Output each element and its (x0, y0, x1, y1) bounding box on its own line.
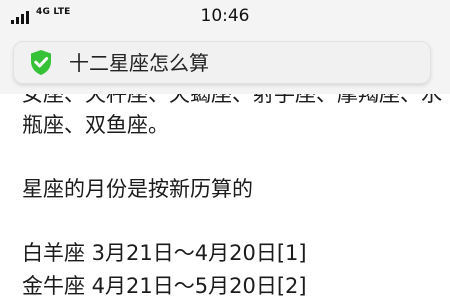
status-time: 10:46 (200, 6, 250, 26)
search-header: 十二星座怎么算 (0, 34, 450, 94)
status-bar: 4G LTE 10:46 (0, 0, 450, 34)
article-line: 白羊座 3月21日～4月20日[1] (22, 241, 307, 265)
article-line: 女座、天秤座、天蝎座、射手座、摩羯座、水 (22, 94, 442, 106)
security-shield-check-icon (31, 50, 51, 75)
mobile-screen: 4G LTE 10:46 十二星座怎么算 女座、天秤座、天蝎座、射手座、摩羯座、… (0, 0, 450, 300)
search-query-text[interactable]: 十二星座怎么算 (69, 51, 209, 75)
article-line: 瓶座、双鱼座。 (22, 113, 169, 137)
article-content: 女座、天秤座、天蝎座、射手座、摩羯座、水 瓶座、双鱼座。 星座的月份是按新历算的… (0, 94, 450, 300)
search-bar[interactable]: 十二星座怎么算 (14, 42, 430, 83)
article-line: 金牛座 4月21日～5月20日[2] (22, 274, 307, 298)
article-line: 星座的月份是按新历算的 (22, 177, 253, 201)
